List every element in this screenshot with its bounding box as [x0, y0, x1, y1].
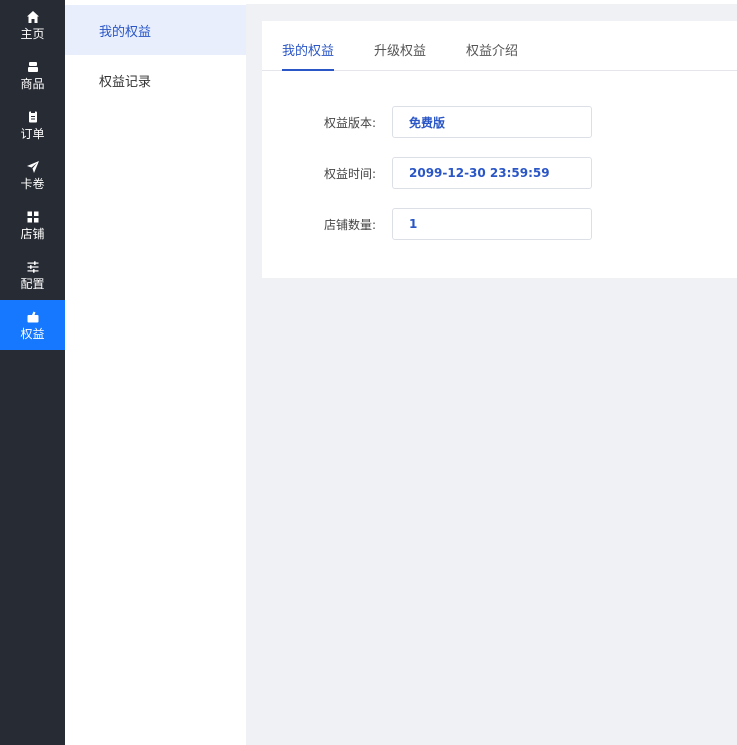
- version-value: 免费版: [392, 106, 592, 138]
- goods-icon: [26, 60, 40, 74]
- tab-bar: 我的权益 升级权益 权益介绍: [262, 21, 737, 71]
- version-label: 权益版本:: [323, 115, 376, 130]
- sliders-icon: [26, 260, 40, 274]
- nav-label: 商品: [20, 76, 45, 91]
- nav-item-orders[interactable]: 订单: [0, 100, 65, 150]
- home-icon: [26, 10, 40, 24]
- send-icon: [26, 160, 40, 174]
- nav-label: 主页: [20, 26, 45, 41]
- submenu-item-my-rights[interactable]: 我的权益: [65, 5, 246, 55]
- rights-icon: [26, 310, 40, 324]
- submenu-item-rights-records[interactable]: 权益记录: [65, 55, 246, 105]
- main-content: 我的权益 升级权益 权益介绍 权益版本: 免费版 权益时间: 2099-12-3…: [246, 0, 737, 745]
- time-label: 权益时间:: [323, 166, 376, 181]
- order-icon: [26, 110, 40, 124]
- form-row-shops: 店铺数量: 1: [262, 208, 737, 240]
- shops-label: 店铺数量:: [323, 217, 376, 232]
- nav-item-shops[interactable]: 店铺: [0, 200, 65, 250]
- submenu-item-label: 权益记录: [99, 74, 152, 90]
- nav-item-rights[interactable]: 权益: [0, 300, 65, 350]
- nav-label: 店铺: [20, 226, 45, 241]
- form-row-time: 权益时间: 2099-12-30 23:59:59: [262, 157, 737, 189]
- rights-form: 权益版本: 免费版 权益时间: 2099-12-30 23:59:59 店铺数量…: [262, 71, 737, 240]
- nav-label: 订单: [20, 126, 45, 141]
- submenu-item-label: 我的权益: [99, 24, 152, 40]
- time-value: 2099-12-30 23:59:59: [392, 157, 592, 189]
- app-root: 主页 商品 订单 卡卷 店铺 配置 权益 我的权益 权益记录 我的权益 升级权益…: [0, 0, 737, 745]
- nav-item-goods[interactable]: 商品: [0, 50, 65, 100]
- nav-item-home[interactable]: 主页: [0, 0, 65, 50]
- tab-rights-intro[interactable]: 权益介绍: [466, 40, 518, 70]
- secondary-menu: 我的权益 权益记录: [65, 0, 246, 745]
- nav-item-config[interactable]: 配置: [0, 250, 65, 300]
- form-row-version: 权益版本: 免费版: [262, 106, 737, 138]
- nav-label: 配置: [20, 276, 45, 291]
- tab-upgrade-rights[interactable]: 升级权益: [374, 40, 426, 70]
- shops-value: 1: [392, 208, 592, 240]
- nav-item-coupons[interactable]: 卡卷: [0, 150, 65, 200]
- rights-card: 我的权益 升级权益 权益介绍 权益版本: 免费版 权益时间: 2099-12-3…: [262, 21, 737, 278]
- nav-label: 卡卷: [20, 176, 45, 191]
- primary-nav: 主页 商品 订单 卡卷 店铺 配置 权益: [0, 0, 65, 745]
- nav-label: 权益: [20, 326, 45, 341]
- grid-icon: [26, 210, 40, 224]
- top-divider: [246, 0, 737, 4]
- tab-my-rights[interactable]: 我的权益: [282, 40, 335, 71]
